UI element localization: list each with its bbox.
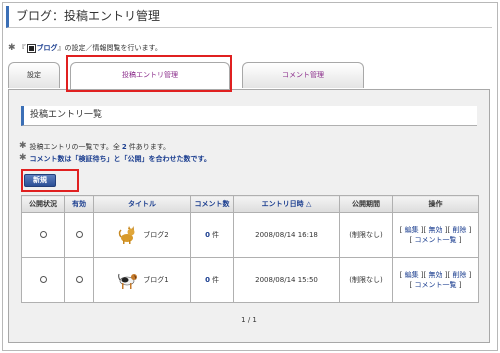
entry-count-note: ✱ 投稿エントリの一覧です。全 2 件あります。: [19, 141, 170, 152]
delete-link[interactable]: 削除: [452, 271, 466, 279]
ops-cell: [ 編集 ][ 無効 ][ 削除 ] [ コメント一覧 ]: [392, 212, 479, 258]
page-title: ブログ：投稿エントリ管理: [6, 6, 492, 28]
enabled-cell: [64, 212, 94, 258]
datetime-cell: 2008/08/14 16:18: [233, 212, 340, 258]
header-status: 公開状況: [21, 195, 65, 213]
header-enabled[interactable]: 有効: [64, 195, 94, 213]
period-cell: (制限なし): [339, 212, 393, 258]
comment-unit: 件: [211, 276, 219, 284]
edit-link[interactable]: 編集: [405, 271, 419, 279]
comment-count-note: ✱ コメント数は「検証待ち」と「公開」を合わせた数です。: [19, 153, 211, 164]
title-cell: ブログ2: [93, 212, 191, 258]
status-radio[interactable]: [39, 275, 47, 283]
highlight-box: [66, 55, 232, 92]
comment-count-cell: 0件: [190, 212, 234, 258]
comment-unit: 件: [211, 231, 219, 239]
ops-cell: [ 編集 ][ 無効 ][ 削除 ] [ コメント一覧 ]: [392, 257, 479, 303]
table-row: ブログ2 0件 2008/08/14 16:18 (制限なし) [ 編集 ][ …: [21, 212, 479, 258]
comment-list-link[interactable]: コメント一覧: [415, 281, 457, 289]
highlight-box: [21, 169, 79, 192]
datetime-cell: 2008/08/14 15:50: [233, 257, 340, 303]
tab-comment-management[interactable]: コメント管理: [242, 62, 364, 88]
comment-count[interactable]: 0: [205, 231, 210, 239]
delete-link[interactable]: 削除: [452, 226, 466, 234]
disable-link[interactable]: 無効: [429, 226, 443, 234]
status-radio[interactable]: [39, 230, 47, 238]
description-prefix: 『: [18, 44, 26, 52]
count-suffix: 件あります。: [128, 142, 171, 151]
comment-note-text: コメント数は「検証待ち」と「公開」を合わせた数です。: [29, 154, 211, 163]
enabled-cell: [64, 257, 94, 303]
disable-link[interactable]: 無効: [429, 271, 443, 279]
entry-count: 2: [121, 142, 127, 151]
enabled-radio[interactable]: [75, 230, 83, 238]
cat-icon: [119, 226, 135, 244]
entry-title: ブログ2: [143, 231, 169, 239]
entry-panel: 投稿エントリ一覧 ✱ 投稿エントリの一覧です。全 2 件あります。 ✱ コメント…: [8, 89, 490, 343]
description-suffix: 』の設定／情報閲覧を行います。: [57, 44, 162, 52]
header-datetime[interactable]: エントリ日時 △: [233, 195, 340, 213]
edit-link[interactable]: 編集: [405, 226, 419, 234]
dog-icon: [118, 273, 138, 289]
comment-count-cell: 0件: [190, 257, 234, 303]
gear-icon: ✱: [19, 153, 27, 163]
comment-count[interactable]: 0: [205, 276, 210, 284]
gear-icon: ✱: [19, 141, 27, 151]
period-cell: (制限なし): [339, 257, 393, 303]
status-cell: [21, 212, 65, 258]
title-cell: ブログ1: [93, 257, 191, 303]
header-comments[interactable]: コメント数: [190, 195, 234, 213]
blog-logo-icon: [26, 43, 36, 53]
header-ops: 操作: [392, 195, 479, 213]
header-title[interactable]: タイトル: [93, 195, 191, 213]
table-header-row: 公開状況 有効 タイトル コメント数 エントリ日時 △ 公開期間 操作: [21, 195, 479, 213]
header-period: 公開期間: [339, 195, 393, 213]
status-cell: [21, 257, 65, 303]
table-row: ブログ1 0件 2008/08/14 15:50 (制限なし) [ 編集 ][ …: [21, 257, 479, 303]
pager: 1 / 1: [241, 316, 257, 324]
tab-settings[interactable]: 設定: [8, 62, 60, 88]
blog-name-link[interactable]: ブログ: [37, 43, 58, 53]
panel-title: 投稿エントリ一覧: [21, 106, 477, 126]
description-line: ✱ 『 ブログ 』の設定／情報閲覧を行います。: [8, 42, 162, 54]
entry-table: 公開状況 有効 タイトル コメント数 エントリ日時 △ 公開期間 操作 ブログ2…: [21, 195, 479, 303]
entry-title: ブログ1: [143, 276, 169, 284]
comment-list-link[interactable]: コメント一覧: [415, 236, 457, 244]
enabled-radio[interactable]: [75, 275, 83, 283]
gear-icon: ✱: [8, 42, 16, 53]
count-prefix: 投稿エントリの一覧です。全: [29, 142, 120, 151]
